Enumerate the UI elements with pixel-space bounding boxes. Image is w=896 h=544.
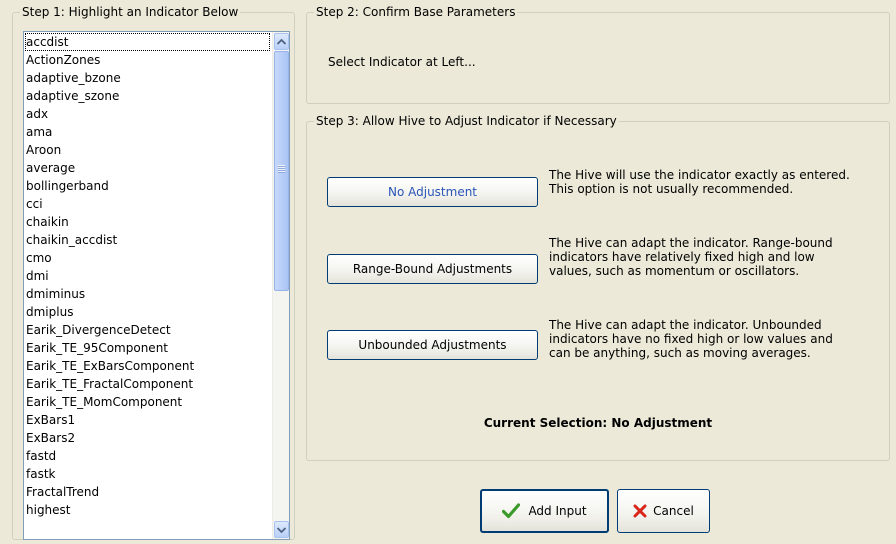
- description-line: can be anything, such as moving averages…: [549, 346, 811, 360]
- list-item[interactable]: ExBars1: [25, 411, 270, 429]
- list-item[interactable]: Earik_TE_95Component: [25, 339, 270, 357]
- description-line: The Hive can adapt the indicator. Unboun…: [549, 318, 822, 332]
- list-item[interactable]: adaptive_szone: [25, 87, 270, 105]
- list-item[interactable]: bollingerband: [25, 177, 270, 195]
- list-item[interactable]: Earik_TE_ExBarsComponent: [25, 357, 270, 375]
- list-item[interactable]: Aroon: [25, 141, 270, 159]
- list-item[interactable]: ExBars2: [25, 429, 270, 447]
- cancel-label: Cancel: [653, 504, 694, 518]
- list-item[interactable]: fastk: [25, 465, 270, 483]
- list-item[interactable]: highest: [25, 501, 270, 519]
- step1-title: Step 1: Highlight an Indicator Below: [20, 5, 241, 19]
- list-item[interactable]: chaikin: [25, 213, 270, 231]
- range-bound-adjustments-button[interactable]: Range-Bound Adjustments: [327, 254, 538, 284]
- x-icon: [633, 504, 647, 518]
- no-adjustment-button[interactable]: No Adjustment: [327, 177, 538, 207]
- list-item[interactable]: dmiplus: [25, 303, 270, 321]
- list-item[interactable]: accdist: [25, 33, 270, 51]
- grip-icon: [278, 165, 285, 173]
- description-line: This option is not usually recommended.: [549, 182, 794, 196]
- unbounded-adjustments-button[interactable]: Unbounded Adjustments: [327, 330, 538, 360]
- cancel-button[interactable]: Cancel: [617, 489, 710, 533]
- no-adjustment-description: The Hive will use the indicator exactly …: [549, 168, 889, 196]
- scroll-thumb[interactable]: [274, 51, 289, 291]
- list-item[interactable]: average: [25, 159, 270, 177]
- unbounded-description: The Hive can adapt the indicator. Unboun…: [549, 318, 889, 360]
- chevron-up-icon: [277, 38, 286, 45]
- parameters-prompt: Select Indicator at Left...: [328, 55, 476, 69]
- list-item[interactable]: cci: [25, 195, 270, 213]
- list-item[interactable]: dmi: [25, 267, 270, 285]
- step2-title: Step 2: Confirm Base Parameters: [314, 5, 518, 19]
- checkmark-icon: [502, 503, 521, 519]
- chevron-down-icon: [277, 526, 286, 533]
- add-input-button[interactable]: Add Input: [480, 489, 609, 533]
- list-item[interactable]: chaikin_accdist: [25, 231, 270, 249]
- list-item[interactable]: ActionZones: [25, 51, 270, 69]
- description-line: The Hive can adapt the indicator. Range-…: [549, 236, 833, 250]
- list-item[interactable]: ama: [25, 123, 270, 141]
- list-item[interactable]: adaptive_bzone: [25, 69, 270, 87]
- list-item[interactable]: fastd: [25, 447, 270, 465]
- current-selection-label: Current Selection: No Adjustment: [483, 416, 713, 430]
- scroll-up-button[interactable]: [274, 33, 289, 50]
- list-item[interactable]: FractalTrend: [25, 483, 270, 501]
- description-line: values, such as momentum or oscillators.: [549, 264, 800, 278]
- list-item[interactable]: cmo: [25, 249, 270, 267]
- scroll-down-button[interactable]: [274, 521, 289, 538]
- step3-title: Step 3: Allow Hive to Adjust Indicator i…: [314, 114, 619, 128]
- list-item[interactable]: Earik_TE_FractalComponent: [25, 375, 270, 393]
- indicator-listbox[interactable]: accdist ActionZones adaptive_bzone adaptive…: [23, 31, 290, 540]
- list-item[interactable]: adx: [25, 105, 270, 123]
- range-bound-description: The Hive can adapt the indicator. Range-…: [549, 236, 889, 278]
- description-line: indicators have relatively fixed high an…: [549, 250, 815, 264]
- description-line: The Hive will use the indicator exactly …: [549, 168, 850, 182]
- list-item[interactable]: Earik_TE_MomComponent: [25, 393, 270, 411]
- list-item[interactable]: Earik_DivergenceDetect: [25, 321, 270, 339]
- listbox-scrollbar[interactable]: [272, 32, 289, 539]
- indicator-list: accdist ActionZones adaptive_bzone adaptive…: [25, 33, 270, 519]
- description-line: indicators have no fixed high or low val…: [549, 332, 833, 346]
- list-item[interactable]: dmiminus: [25, 285, 270, 303]
- add-input-label: Add Input: [528, 504, 587, 518]
